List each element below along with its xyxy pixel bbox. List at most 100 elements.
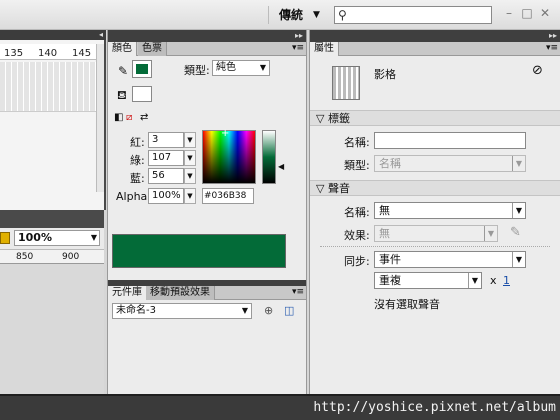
tab-motion-presets[interactable]: 移動預設效果 [146,286,215,300]
chevron-down-icon: ▼ [468,273,481,288]
tab-color[interactable]: 顏色 [108,42,137,56]
chevron-down-icon: ▽ [316,182,325,195]
panel-collapse-bar[interactable]: ▸▸ [310,30,560,42]
library-panel: 元件庫 移動預設效果 ▾≡ 未命名-3 ▼ ⊕ ◫ [107,280,307,394]
stage-toolbar: 100% ▼ [0,228,104,250]
type-label: 類型: [184,64,210,77]
library-panel-tabs: 元件庫 移動預設效果 ▾≡ [108,286,306,300]
brightness-slider[interactable] [262,130,276,184]
help-search-input[interactable]: ⚲ [334,6,492,24]
sound-name-value: 無 [379,204,390,217]
label-type-value: 名稱 [379,157,401,170]
stage-header [0,210,104,228]
blue-input[interactable]: 56 [148,168,184,184]
type-label: 類型: [344,159,370,172]
panel-menu-icon[interactable]: ▾≡ [292,43,304,53]
scene-icon[interactable] [0,232,10,244]
workspace-label: 傳統 [279,8,304,22]
watermark-bar: http://yoshice.pixnet.net/album [0,394,560,420]
red-label: 紅: [130,136,145,149]
timeline-header: ◂ [0,30,106,40]
chevron-down-icon: ▼ [90,233,97,242]
stroke-color-fill [136,64,148,74]
swap-colors-icon[interactable]: ⇄ [140,112,148,123]
type-select[interactable]: 純色 ▼ [212,60,270,76]
red-input[interactable]: 3 [148,132,184,148]
frame-name-input[interactable] [374,132,526,149]
application-bar: 傳統 ▼ ⚲ – □ ✕ [0,0,560,30]
properties-panel: ▸▸ 屬性 ▾≡ 影格 ⊘ ▽ 標籤 名稱: 類型: 名稱 ▼ ▽ 聲音 名稱:… [309,30,560,394]
repeat-count-input[interactable]: 1 [503,274,510,287]
label-section-header[interactable]: ▽ 標籤 [310,110,560,126]
name-label: 名稱: [344,136,370,149]
search-icon: ⚲ [338,8,347,22]
no-color-icon[interactable]: ⧄ [126,112,132,123]
fill-color-swatch[interactable] [132,86,152,102]
sound-section-title: 聲音 [327,182,350,195]
color-panel: ▸▸ 顏色 色票 ▾≡ ✎ 類型: 純色 ▼ ⛾ ◧ ⧄ ⇄ 紅: 3 ▼ 綠:… [107,30,307,280]
timeline-frames[interactable] [0,62,96,112]
color-preview [112,234,286,268]
repeat-select[interactable]: 重複 ▼ [374,272,482,289]
effect-label: 效果: [344,229,370,242]
zoom-select[interactable]: 100% ▼ [14,230,100,246]
green-label: 綠: [130,154,145,167]
blue-dropdown[interactable]: ▼ [184,168,196,184]
frame-number: 135 [4,48,24,59]
stage-canvas[interactable] [0,264,104,394]
object-type-label: 影格 [374,68,396,81]
alpha-dropdown[interactable]: ▼ [184,188,196,204]
hex-input[interactable]: #036B38 [202,188,254,204]
green-input[interactable]: 107 [148,150,184,166]
default-colors-icon[interactable]: ◧ [114,112,123,123]
alpha-label: Alpha: [116,190,151,203]
chevron-down-icon: ▼ [313,10,320,20]
sound-name-select[interactable]: 無 ▼ [374,202,526,219]
maximize-button[interactable]: □ [520,6,534,20]
sync-select[interactable]: 事件 ▼ [374,251,526,268]
timeline-scrollbar[interactable] [96,44,104,192]
alpha-input[interactable]: 100% [148,188,184,204]
green-dropdown[interactable]: ▼ [184,150,196,166]
blue-label: 藍: [130,172,145,185]
edit-pencil-icon[interactable]: ✎ [510,225,521,240]
color-spectrum-picker[interactable]: + [202,128,256,184]
sync-label: 同步: [344,255,370,268]
panel-menu-icon[interactable]: ▾≡ [292,287,304,297]
label-section-title: 標籤 [327,112,350,125]
sound-section-header[interactable]: ▽ 聲音 [310,180,560,196]
chevron-down-icon: ▼ [512,156,525,171]
label-type-select[interactable]: 名稱 ▼ [374,155,526,172]
minimize-button[interactable]: – [502,6,516,20]
tab-library[interactable]: 元件庫 [108,286,147,300]
red-dropdown[interactable]: ▼ [184,132,196,148]
type-value: 純色 [216,62,236,73]
effect-select[interactable]: 無 ▼ [374,225,498,242]
frame-ruler: 135 140 145 [0,44,96,60]
chevron-down-icon: ▼ [241,306,248,315]
help-icon[interactable]: ⊘ [532,63,543,78]
slider-pointer-icon[interactable]: ◀ [278,162,284,171]
effect-value: 無 [379,227,390,240]
stroke-color-swatch[interactable] [132,60,152,78]
panel-menu-icon[interactable]: ▾≡ [546,43,558,53]
tab-properties[interactable]: 屬性 [310,42,339,56]
panel-collapse-bar[interactable]: ▸▸ [108,30,306,42]
pin-icon[interactable]: ⊕ [264,304,273,317]
close-button[interactable]: ✕ [538,6,552,20]
sync-value: 事件 [379,253,401,266]
color-panel-tabs: 顏色 色票 ▾≡ [108,42,306,56]
flash-workspace: 傳統 ▼ ⚲ – □ ✕ ◂ 135 140 145 100% ▼ 850 90… [0,0,560,420]
new-library-icon[interactable]: ◫ [284,304,294,317]
sound-name-label: 名稱: [344,206,370,219]
crosshair-icon: + [221,128,230,139]
watermark-url: http://yoshice.pixnet.net/album [313,400,556,415]
paint-bucket-icon: ⛾ [117,88,127,102]
library-document-select[interactable]: 未命名-3 ▼ [112,303,252,319]
no-sound-selected-text: 沒有選取聲音 [374,298,440,311]
tab-swatches[interactable]: 色票 [138,42,167,56]
workspace-switcher[interactable]: 傳統 ▼ [268,6,324,24]
chevron-down-icon: ▽ [316,112,325,125]
frame-number: 145 [72,48,92,59]
properties-panel-tabs: 屬性 ▾≡ [310,42,560,56]
